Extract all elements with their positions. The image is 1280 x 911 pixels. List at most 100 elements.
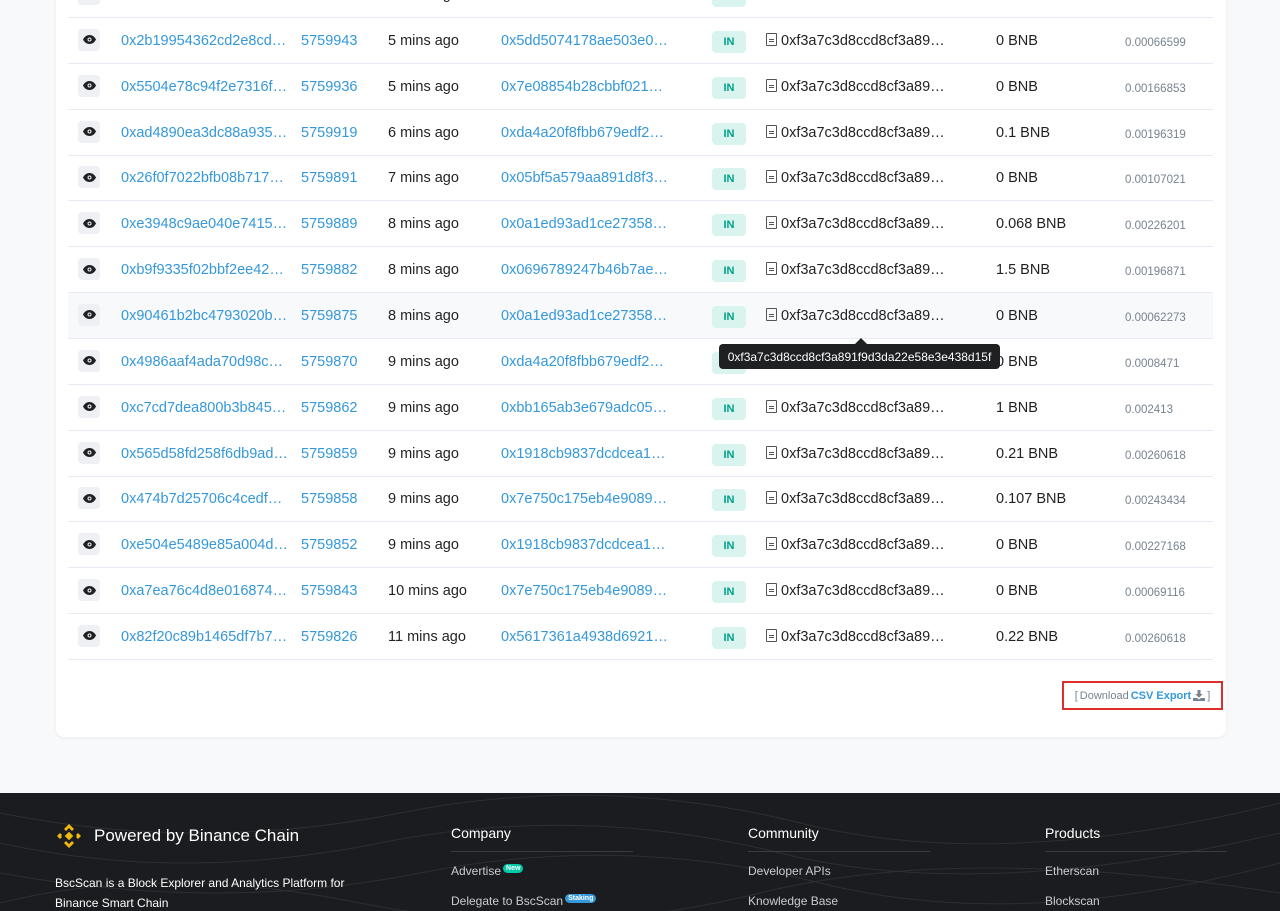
to-address-text[interactable]: 0xf3a7c3d8ccd8cf3a89… (781, 628, 945, 646)
txn-hash-link[interactable]: 0xc7cd7dea800b3b845… (121, 399, 286, 417)
txn-hash-link[interactable]: 0x5504e78c94f2e7316f… (121, 78, 287, 96)
footer-link-developer-apis[interactable]: Developer APIs (748, 864, 930, 882)
value-text: 0 BNB (996, 0, 1038, 4)
eye-icon[interactable] (78, 120, 100, 143)
footer-link-knowledge-base[interactable]: Knowledge Base (748, 894, 930, 911)
txn-hash-link[interactable]: 0x4986aaf4ada70d98c… (121, 353, 283, 371)
txn-hash-link[interactable]: 0xe504e5489e85a004d… (121, 536, 288, 554)
download-icon[interactable] (1193, 690, 1206, 701)
to-address-text[interactable]: 0xf3a7c3d8ccd8cf3a89… (781, 215, 945, 233)
footer-col-products: Products Etherscan Blockscan (1045, 825, 1227, 911)
to-address-text[interactable]: 0xf3a7c3d8ccd8cf3a89… (781, 261, 945, 279)
block-link[interactable]: 5759889 (301, 215, 357, 233)
block-link[interactable]: 5759852 (301, 536, 357, 554)
to-address-text[interactable]: 0xf3a7c3d8ccd8cf3a89… (781, 124, 945, 142)
txn-fee-text: 0.00166853 (1125, 82, 1186, 95)
from-address-link[interactable]: 0x05bf5a579aa891d8f3… (501, 169, 668, 187)
eye-icon[interactable] (78, 166, 100, 189)
block-link[interactable]: 5759826 (301, 628, 357, 646)
block-link[interactable]: 5759862 (301, 399, 357, 417)
from-address-link[interactable]: 0x1918cb9837dcdcea1… (501, 445, 665, 463)
to-address-text[interactable]: 0xf3a7c3d8ccd8cf3a89… (781, 0, 945, 4)
eye-icon[interactable] (78, 349, 100, 372)
eye-icon[interactable] (78, 0, 100, 5)
footer-link-delegate[interactable]: Delegate to BscScan Staking (451, 894, 633, 911)
age-text: 7 mins ago (388, 170, 459, 187)
block-link[interactable]: 5759943 (301, 32, 357, 50)
from-address-link[interactable]: 0x5617361a4938d6921… (501, 628, 668, 646)
txn-hash-link[interactable]: 0x2b19954362cd2e8cd… (121, 32, 286, 50)
txn-fee-text: 0.00226201 (1125, 220, 1186, 233)
block-link[interactable]: 5759882 (301, 261, 357, 279)
eye-icon[interactable] (78, 28, 100, 51)
txn-hash-link[interactable]: 0x90461b2bc4793020b… (121, 307, 287, 325)
table-row: 0x82f20c89b1465df7b7… 5759826 11 mins ago 0… (68, 614, 1213, 660)
direction-badge: IN (712, 489, 746, 512)
eye-icon[interactable] (78, 212, 100, 235)
to-address-text[interactable]: 0xf3a7c3d8ccd8cf3a89… (781, 582, 945, 600)
address-tooltip: 0xf3a7c3d8ccd8cf3a891f9d3da22e58e3e438d1… (719, 338, 1000, 369)
to-address-text[interactable]: 0xf3a7c3d8ccd8cf3a89… (781, 536, 945, 554)
footer-link-blockscan[interactable]: Blockscan (1045, 894, 1227, 911)
contract-file-icon (766, 445, 777, 459)
txn-hash-link[interactable]: 0xa7ea76c4d8e016874… (121, 582, 287, 600)
eye-icon[interactable] (78, 74, 100, 97)
from-address-link[interactable]: 0x0a1ed93ad1ce27358… (501, 307, 667, 325)
block-link[interactable]: 5759875 (301, 307, 357, 325)
eye-icon[interactable] (78, 441, 100, 464)
to-address-text[interactable]: 0xf3a7c3d8ccd8cf3a89… (781, 169, 945, 187)
to-address-text[interactable]: 0xf3a7c3d8ccd8cf3a89… (781, 78, 945, 96)
from-address-link[interactable]: 0xda4a20f8fbb679edf2… (501, 124, 664, 142)
txn-hash-link[interactable]: 0x147103808eb7da92b… (121, 0, 288, 4)
to-address-text[interactable]: 0xf3a7c3d8ccd8cf3a89… (781, 490, 945, 508)
block-link[interactable]: 5759870 (301, 353, 357, 371)
from-address-link[interactable]: 0x7e08854b28cbbf021… (501, 78, 663, 96)
from-address-link[interactable]: 0x1918cb9837dcdcea1… (501, 536, 665, 554)
contract-file-icon (766, 399, 777, 413)
from-address-link[interactable]: 0xda4a20f8fbb679edf2… (501, 353, 664, 371)
txn-hash-link[interactable]: 0x474b7d25706c4cedf… (121, 490, 282, 508)
block-link[interactable]: 5759859 (301, 445, 357, 463)
txn-hash-link[interactable]: 0xe3948c9ae040e7415… (121, 215, 287, 233)
txn-fee-text: 0.00107021 (1125, 174, 1186, 187)
from-address-link[interactable]: 0x7e750c175eb4e9089… (501, 490, 667, 508)
eye-icon[interactable] (78, 303, 100, 326)
block-link[interactable]: 5759858 (301, 490, 357, 508)
eye-icon[interactable] (78, 258, 100, 281)
to-address-text[interactable]: 0xf3a7c3d8ccd8cf3a89… (781, 445, 945, 463)
from-address-link[interactable]: 0x5dd5074178ae503e0… (501, 32, 668, 50)
block-link[interactable]: 5759936 (301, 78, 357, 96)
block-link[interactable]: 5759891 (301, 169, 357, 187)
from-address-link[interactable]: 0xbb165ab3e679adc05… (501, 399, 667, 417)
direction-badge: IN (712, 0, 746, 7)
footer-link-etherscan[interactable]: Etherscan (1045, 864, 1227, 882)
txn-hash-link[interactable]: 0x26f0f7022bfb08b717… (121, 169, 284, 187)
block-link[interactable]: 5759919 (301, 124, 357, 142)
to-address-text[interactable]: 0xf3a7c3d8ccd8cf3a89… (781, 307, 945, 325)
txn-hash-link[interactable]: 0xad4890ea3dc88a935… (121, 124, 287, 142)
footer-link-advertise[interactable]: Advertise New (451, 864, 633, 882)
value-text: 1.5 BNB (996, 262, 1050, 279)
eye-icon[interactable] (78, 533, 100, 556)
from-address-link[interactable]: 0x0696789247b46b7ae… (501, 261, 668, 279)
from-address-link[interactable]: 0x0a1ed93ad1ce27358… (501, 215, 667, 233)
eye-icon[interactable] (78, 487, 100, 510)
eye-icon[interactable] (78, 624, 100, 647)
csv-export-link[interactable]: CSV Export (1131, 690, 1192, 702)
eye-icon[interactable] (78, 579, 100, 602)
direction-badge: IN (712, 30, 746, 53)
block-link[interactable]: 5759843 (301, 582, 357, 600)
tooltip-text: 0xf3a7c3d8ccd8cf3a891f9d3da22e58e3e438d1… (727, 349, 992, 364)
to-address-text[interactable]: 0xf3a7c3d8ccd8cf3a89… (781, 399, 945, 417)
txn-hash-link[interactable]: 0xb9f9335f02bbf2ee42… (121, 261, 284, 279)
from-address-link[interactable]: 0xf402e4efa1c1f42b0a… (501, 0, 663, 4)
eye-icon[interactable] (78, 395, 100, 418)
table-row: 0x147103808eb7da92b… 5759953 4 mins ago 0xf… (68, 0, 1213, 18)
to-address-text[interactable]: 0xf3a7c3d8ccd8cf3a89… (781, 32, 945, 50)
block-link[interactable]: 5759953 (301, 0, 357, 4)
txn-hash-link[interactable]: 0x565d58fd258f6db9ad… (121, 445, 288, 463)
table-row: 0xad4890ea3dc88a935… 5759919 6 mins ago 0xd… (68, 110, 1213, 156)
txn-hash-link[interactable]: 0x82f20c89b1465df7b7… (121, 628, 287, 646)
from-address-link[interactable]: 0x7e750c175eb4e9089… (501, 582, 667, 600)
contract-file-icon (766, 491, 777, 505)
